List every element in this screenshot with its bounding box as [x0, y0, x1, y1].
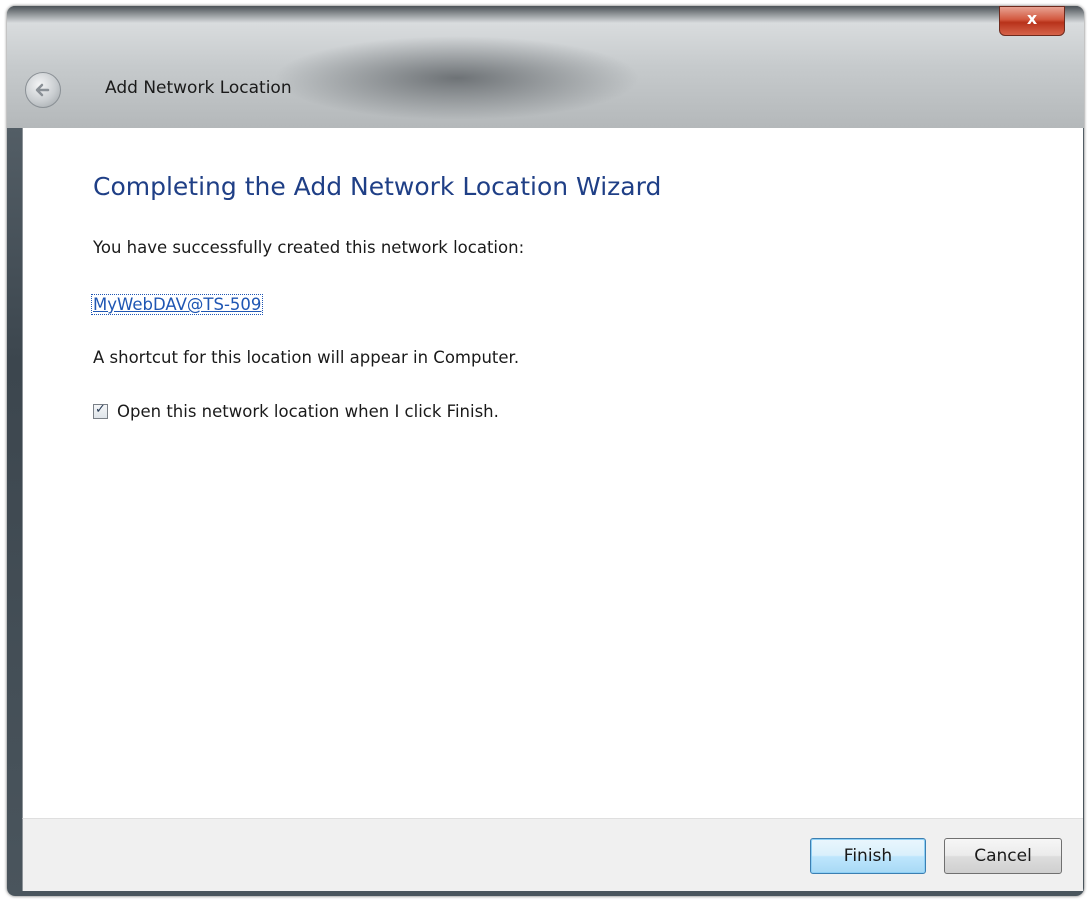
- success-message: You have successfully created this netwo…: [93, 238, 525, 257]
- window-title: Add Network Location: [105, 78, 292, 98]
- cancel-button[interactable]: Cancel: [944, 838, 1062, 874]
- title-bar: Add Network Location x: [7, 6, 1084, 128]
- finish-button[interactable]: Finish: [810, 838, 926, 874]
- close-icon: x: [1026, 9, 1038, 28]
- location-link[interactable]: MyWebDAV@TS-509: [91, 294, 264, 315]
- shortcut-message: A shortcut for this location will appear…: [93, 348, 520, 367]
- checkmark-icon: ✓: [95, 402, 106, 417]
- wizard-window: Add Network Location x Completing the Ad…: [7, 6, 1084, 896]
- button-bar: Finish Cancel: [22, 818, 1083, 891]
- wizard-content: Completing the Add Network Location Wiza…: [22, 128, 1083, 818]
- close-button[interactable]: x: [999, 6, 1065, 36]
- page-title: Completing the Add Network Location Wiza…: [93, 172, 662, 201]
- open-location-checkbox[interactable]: ✓: [93, 402, 108, 419]
- back-button[interactable]: [25, 72, 61, 108]
- back-arrow-icon: [35, 83, 50, 97]
- open-location-label[interactable]: Open this network location when I click …: [117, 402, 499, 421]
